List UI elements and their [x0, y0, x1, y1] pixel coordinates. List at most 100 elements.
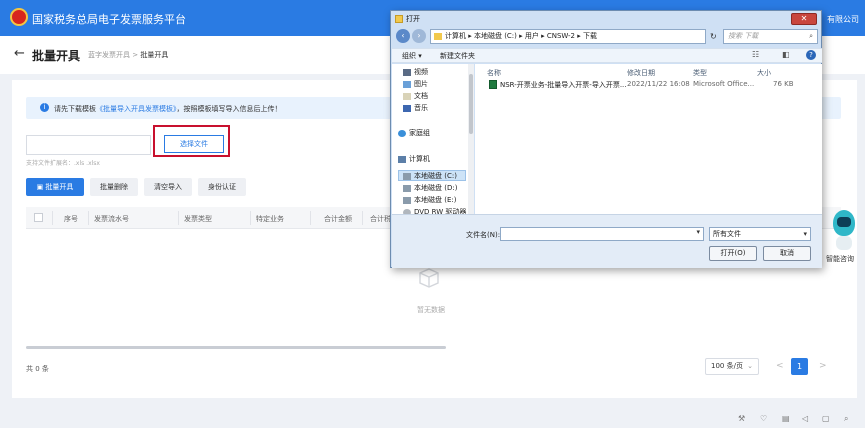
document-icon — [403, 92, 411, 100]
address-bar: ‹ › 计算机 ▸ 本地磁盘 (C:) ▸ 用户 ▸ CNSW-2 ▸ 下载 ↻… — [394, 28, 820, 46]
dialog-toolbar: 组织 ▾ 新建文件夹 ☷ ◧ ? — [392, 48, 822, 63]
nav-item-label: 文档 — [414, 92, 428, 100]
identity-auth-button[interactable]: 身份认证 — [198, 178, 246, 196]
dialog-close-button[interactable]: ✕ — [791, 13, 817, 25]
dialog-title: 打开 — [395, 14, 420, 24]
clipboard-icon[interactable]: ▤ — [782, 414, 790, 423]
smart-consult-widget[interactable]: 智能咨询 — [826, 210, 862, 268]
template-download-link[interactable]: 《批量导入开具发票模板》 — [96, 105, 177, 113]
nav-item-label: 图片 — [414, 80, 428, 88]
chevron-down-icon: ⌄ — [747, 362, 753, 370]
prev-page-button[interactable]: < — [776, 361, 784, 371]
empty-box-icon — [419, 268, 439, 288]
back-arrow-icon[interactable]: ← — [14, 46, 25, 61]
nav-item-videos[interactable]: 视频 — [403, 67, 428, 77]
column-header-invoice-type: 发票类型 — [184, 215, 212, 223]
file-open-dialog: 打开 ✕ ‹ › 计算机 ▸ 本地磁盘 (C:) ▸ 用户 ▸ CNSW-2 ▸… — [390, 10, 822, 268]
organize-menu[interactable]: 组织 ▾ — [402, 51, 422, 61]
column-header-special-business: 特定业务 — [256, 215, 284, 223]
file-list: 名称 修改日期 类型 大小 NSR-开票业务-批量导入开票-导入开票... 20… — [475, 64, 822, 214]
next-page-button[interactable]: > — [819, 361, 827, 371]
column-header-index: 序号 — [64, 215, 78, 223]
excel-file-icon — [489, 80, 497, 89]
cancel-button[interactable]: 取消 — [763, 246, 811, 261]
scrollbar-thumb[interactable] — [469, 74, 473, 134]
file-row[interactable]: NSR-开票业务-批量导入开票-导入开票... 2022/11/22 16:08… — [475, 79, 822, 91]
search-icon[interactable]: ⌕ — [844, 414, 848, 424]
file-type: Microsoft Office... — [693, 80, 755, 88]
batch-issue-button[interactable]: ▣ 批量开具 — [26, 178, 84, 196]
new-folder-button[interactable]: 新建文件夹 — [440, 51, 475, 61]
path-breadcrumb[interactable]: 计算机 ▸ 本地磁盘 (C:) ▸ 用户 ▸ CNSW-2 ▸ 下载 — [430, 29, 706, 44]
tax-emblem-logo — [10, 8, 28, 26]
back-icon[interactable]: ‹ — [396, 29, 410, 43]
search-icon: ⌕ — [809, 32, 813, 40]
navigation-scrollbar[interactable] — [468, 64, 474, 214]
view-mode-icon[interactable]: ☷ — [752, 50, 759, 59]
page-size-value: 100 条/页 — [711, 362, 743, 370]
total-count: 共 0 条 — [26, 365, 49, 373]
choose-file-button[interactable]: 选择文件 — [164, 135, 224, 153]
nav-item-drive-e[interactable]: 本地磁盘 (E:) — [403, 195, 456, 205]
sound-icon[interactable]: ◁ — [802, 414, 808, 423]
file-modified: 2022/11/22 16:08 — [627, 80, 690, 88]
drive-icon — [403, 184, 411, 192]
column-header-type[interactable]: 类型 — [693, 68, 707, 78]
dialog-footer: 文件名(N): ▾ 所有文件 ▾ 打开(O) 取消 — [392, 214, 822, 268]
music-icon — [403, 104, 411, 112]
preview-pane-icon[interactable]: ◧ — [782, 50, 790, 59]
refresh-icon[interactable]: ↻ — [710, 32, 717, 41]
batch-delete-button[interactable]: 批量删除 — [90, 178, 138, 196]
nav-item-pictures[interactable]: 图片 — [403, 79, 428, 89]
column-header-modified[interactable]: 修改日期 — [627, 68, 655, 78]
robot-face — [837, 217, 851, 227]
company-name[interactable]: 有限公司 — [827, 14, 859, 25]
file-type-select[interactable]: 所有文件 ▾ — [709, 227, 811, 241]
nav-item-label: 视频 — [414, 68, 428, 76]
open-button[interactable]: 打开(O) — [709, 246, 757, 261]
file-size: 76 KB — [773, 80, 794, 88]
nav-item-label: 计算机 — [409, 155, 430, 163]
column-header-name[interactable]: 名称 — [487, 68, 501, 78]
window-icon[interactable]: ▢ — [822, 414, 830, 423]
nav-item-drive-c[interactable]: 本地磁盘 (C:) — [403, 171, 457, 181]
nav-item-label: 家庭组 — [409, 129, 430, 137]
folder-icon — [434, 32, 442, 40]
forward-icon[interactable]: › — [412, 29, 426, 43]
filename-label: 文件名(N): — [466, 231, 501, 239]
horizontal-scrollbar[interactable] — [26, 346, 446, 349]
file-path-input[interactable] — [26, 135, 151, 155]
chevron-down-icon[interactable]: ▾ — [696, 228, 700, 236]
drive-icon — [403, 172, 411, 180]
help-icon[interactable]: ? — [806, 50, 816, 60]
nav-item-music[interactable]: 音乐 — [403, 103, 428, 113]
drive-icon — [403, 196, 411, 204]
nav-item-drive-d[interactable]: 本地磁盘 (D:) — [403, 183, 457, 193]
app-title: 国家税务总局电子发票服务平台 — [32, 13, 186, 26]
column-divider — [88, 211, 89, 225]
breadcrumb-item-blue-invoice[interactable]: 蓝字发票开具 — [88, 51, 130, 59]
filename-input[interactable]: ▾ — [500, 227, 704, 241]
nav-item-label: 音乐 — [414, 104, 428, 112]
clear-import-button[interactable]: 清空导入 — [144, 178, 192, 196]
tools-icon[interactable]: ⚒ — [738, 414, 745, 423]
headset-icon[interactable]: ♡ — [760, 414, 767, 423]
column-header-size[interactable]: 大小 — [757, 68, 771, 78]
nav-item-label: 本地磁盘 (D:) — [414, 184, 458, 192]
search-input[interactable]: 搜索 下载 ⌕ — [723, 29, 818, 44]
search-placeholder: 搜索 下载 — [728, 32, 759, 40]
nav-item-documents[interactable]: 文档 — [403, 91, 428, 101]
page-number-current[interactable]: 1 — [791, 358, 808, 375]
column-divider — [310, 211, 311, 225]
file-type-value: 所有文件 — [713, 230, 741, 238]
nav-item-homegroup[interactable]: 家庭组 — [398, 128, 430, 138]
empty-state-text: 暂无数据 — [417, 306, 445, 314]
select-all-checkbox[interactable] — [34, 213, 43, 222]
page-size-select[interactable]: 100 条/页 ⌄ — [705, 358, 759, 375]
chevron-down-icon: ▾ — [803, 230, 807, 238]
nav-item-computer[interactable]: 计算机 — [398, 154, 430, 164]
column-divider — [52, 211, 53, 225]
batch-issue-label: 批量开具 — [45, 183, 74, 191]
dialog-title-text: 打开 — [406, 15, 420, 23]
homegroup-icon — [398, 129, 406, 137]
